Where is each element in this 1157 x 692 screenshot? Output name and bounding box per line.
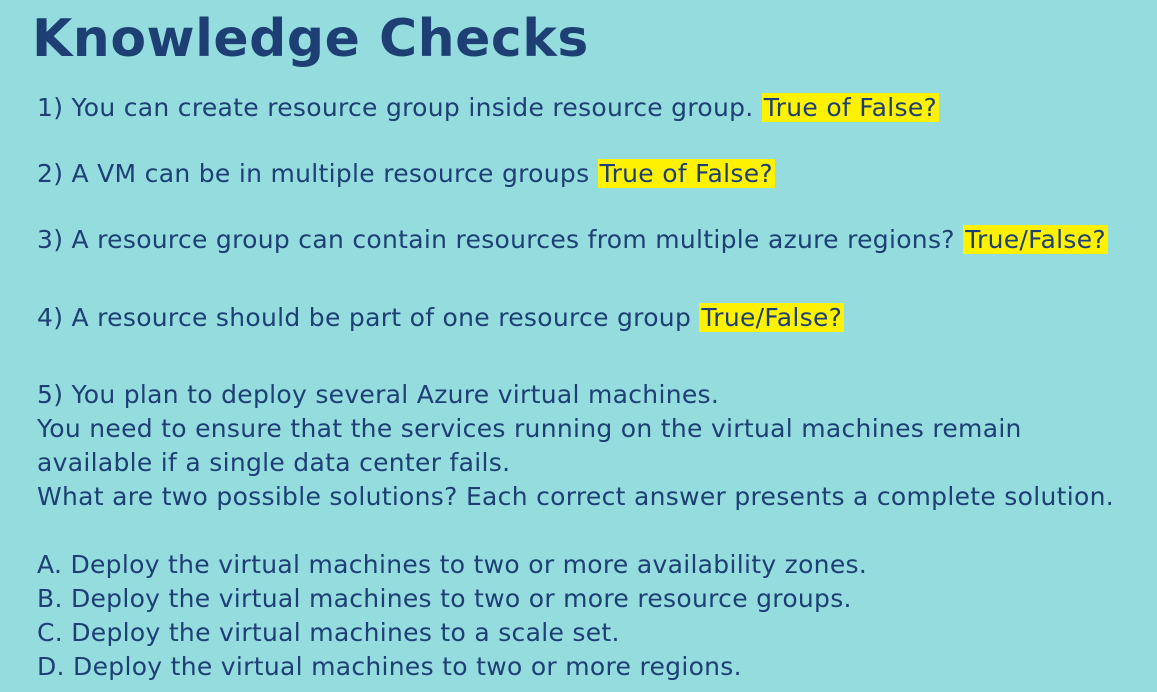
question-1: 1) You can create resource group inside … (37, 91, 940, 125)
question-2-answer-highlight: True of False? (597, 159, 775, 188)
question-4-answer-highlight: True/False? (699, 303, 845, 332)
question-5-line: What are two possible solutions? Each co… (37, 482, 1114, 511)
question-2: 2) A VM can be in multiple resource grou… (37, 157, 775, 191)
question-1-text: 1) You can create resource group inside … (37, 93, 754, 122)
question-5-options: A. Deploy the virtual machines to two or… (37, 548, 867, 684)
option-a: A. Deploy the virtual machines to two or… (37, 550, 868, 579)
question-5-line: You need to ensure that the services run… (37, 414, 1022, 443)
option-d: D. Deploy the virtual machines to two or… (37, 652, 742, 681)
question-2-text: 2) A VM can be in multiple resource grou… (37, 159, 590, 188)
question-5-line: 5) You plan to deploy several Azure virt… (37, 380, 720, 409)
page-title: Knowledge Checks (32, 9, 589, 69)
question-5: 5) You plan to deploy several Azure virt… (37, 378, 1114, 514)
question-1-answer-highlight: True of False? (761, 93, 940, 122)
question-4: 4) A resource should be part of one reso… (37, 301, 845, 335)
question-3-text: 3) A resource group can contain resource… (37, 225, 955, 254)
question-5-line: available if a single data center fails. (37, 448, 511, 477)
option-b: B. Deploy the virtual machines to two or… (37, 584, 852, 613)
question-3: 3) A resource group can contain resource… (37, 223, 1108, 257)
question-4-text: 4) A resource should be part of one reso… (37, 303, 692, 332)
question-3-answer-highlight: True/False? (963, 225, 1108, 254)
option-c: C. Deploy the virtual machines to a scal… (37, 618, 620, 647)
